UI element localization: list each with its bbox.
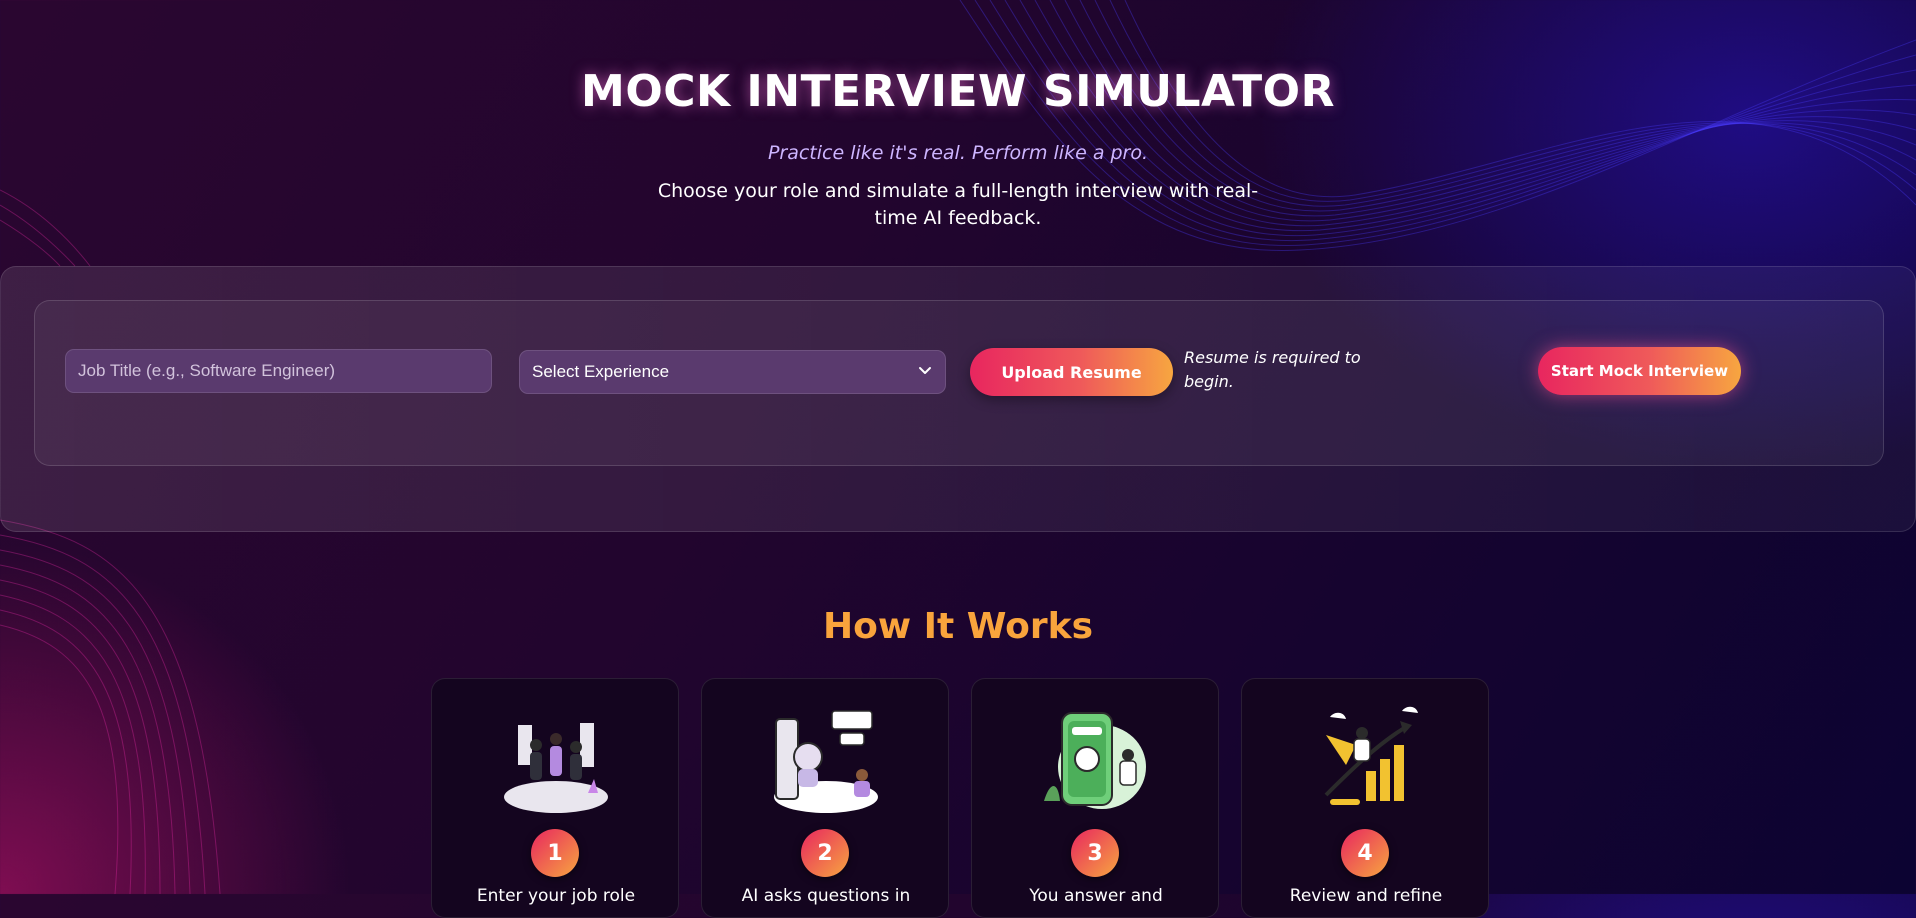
how-it-works-title: How It Works (822, 606, 1094, 647)
resume-required-note: Resume is required to begin. (1184, 348, 1361, 391)
step-card-1: 1 Enter your job role (431, 678, 679, 918)
step-card-4: 4 Review and refine (1241, 678, 1489, 918)
growth-chart-illustration (1324, 706, 1418, 805)
chevron-down-icon (917, 362, 933, 383)
step-card-3: 3 You answer and (971, 678, 1219, 918)
step-text: You answer and (1029, 886, 1163, 906)
step-number-badge: 1 (531, 829, 579, 877)
step-number-badge: 3 (1071, 829, 1119, 877)
step-text: AI asks questions in (741, 886, 911, 906)
experience-select[interactable]: Select Experience (519, 350, 946, 394)
hero-description: Choose your role and simulate a full-len… (657, 180, 1259, 229)
page-title: MOCK INTERVIEW SIMULATOR (581, 66, 1335, 117)
step-number-badge: 4 (1341, 829, 1389, 877)
upload-resume-button[interactable]: Upload Resume (970, 348, 1173, 396)
job-title-input[interactable] (65, 349, 492, 393)
team-walking-illustration (504, 723, 608, 813)
mobile-feedback-illustration (1044, 712, 1146, 809)
step-text: Review and refine (1289, 886, 1443, 906)
start-mock-interview-button[interactable]: Start Mock Interview (1538, 347, 1741, 395)
experience-select-value: Select Experience (532, 362, 670, 381)
ai-robot-chat-illustration (774, 710, 878, 813)
step-number-badge: 2 (801, 829, 849, 877)
step-card-2: 2 AI asks questions in (701, 678, 949, 918)
step-text: Enter your job role (476, 886, 636, 906)
tagline: Practice like it's real. Perform like a … (767, 142, 1149, 164)
